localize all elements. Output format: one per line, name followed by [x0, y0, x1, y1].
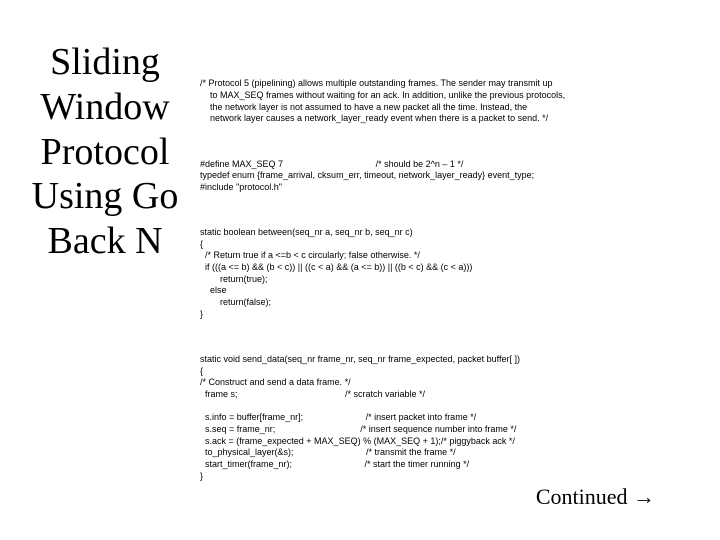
code-send-data-fn: static void send_data(seq_nr frame_nr, s… [200, 354, 700, 483]
code-defines: #define MAX_SEQ 7 /* should be 2^n – 1 *… [200, 159, 700, 194]
code-block: /* Protocol 5 (pipelining) allows multip… [200, 55, 700, 504]
slide-title: Sliding Window Protocol Using Go Back N [10, 40, 200, 264]
code-between-fn: static boolean between(seq_nr a, seq_nr … [200, 227, 700, 321]
continued-label: Continued → [536, 484, 655, 510]
code-header-comment: /* Protocol 5 (pipelining) allows multip… [200, 78, 700, 125]
